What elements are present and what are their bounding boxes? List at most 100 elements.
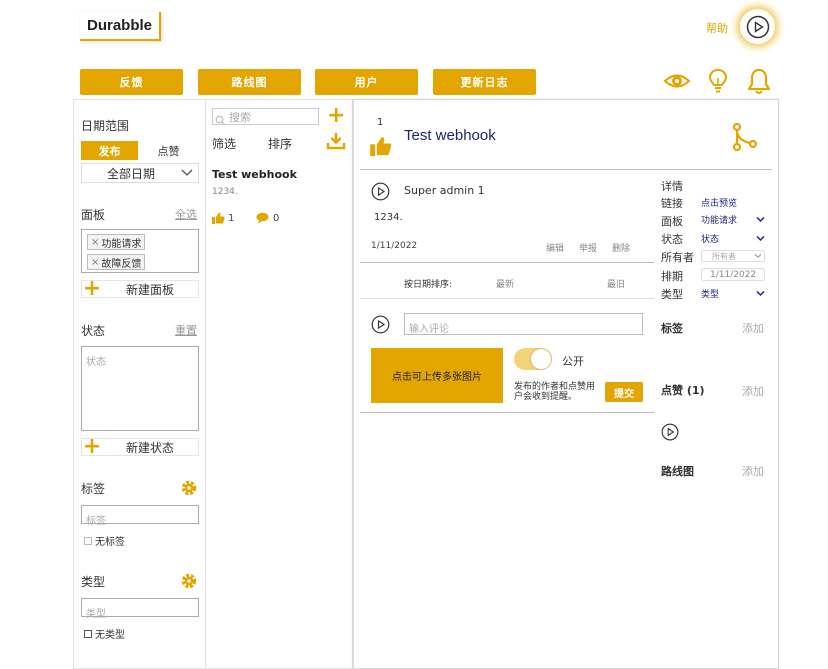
filter-button[interactable]: 筛选 [212, 135, 236, 152]
post-item-likes: 1 [212, 212, 234, 224]
sort-oldest[interactable]: 最旧 [607, 277, 625, 290]
liker-avatar-icon [661, 423, 679, 445]
reset-link[interactable]: 重置 [175, 322, 197, 338]
thumbs-up-icon [212, 212, 225, 224]
status-label: 状态 [81, 324, 106, 338]
thumbs-up-icon[interactable] [370, 136, 392, 160]
select-all-link[interactable]: 全选 [175, 206, 197, 222]
play-icon [746, 15, 769, 38]
new-board-button[interactable]: + 新建面板 [81, 276, 199, 301]
owner-select[interactable]: 所有者 [701, 250, 765, 262]
title-divider [360, 169, 772, 170]
date-type-tabs: 发布 点赞 [81, 141, 199, 160]
commenter-avatar-icon [371, 315, 390, 338]
body-divider [360, 262, 654, 263]
eye-icon[interactable] [663, 69, 691, 97]
no-type-checkbox[interactable]: 无类型 [84, 626, 125, 641]
date-select[interactable]: 全部日期 [81, 163, 199, 183]
chevron-down-icon [754, 253, 762, 259]
toggle-knob [531, 349, 551, 369]
logo[interactable]: Durabble [80, 12, 161, 41]
post-item-body: 1234. [212, 187, 238, 197]
chevron-down-icon [756, 235, 765, 242]
sort-button[interactable]: 排序 [268, 135, 292, 152]
details-heading: 详情 [661, 180, 683, 193]
sort-by-date-label: 按日期排序: [404, 280, 453, 290]
post-item-title[interactable]: Test webhook [212, 168, 297, 181]
add-tag-link[interactable]: 添加 [742, 320, 764, 336]
tab-published[interactable]: 发布 [81, 141, 138, 160]
new-status-button[interactable]: + 新建状态 [81, 436, 199, 458]
search-icon [215, 111, 226, 130]
upload-images-button[interactable]: 点击可上传多张图片 [371, 348, 503, 403]
post-title: Test webhook [404, 127, 496, 144]
edit-link[interactable]: 编辑 [546, 241, 564, 254]
post-date: 1/11/2022 [371, 241, 418, 251]
add-like-link[interactable]: 添加 [742, 383, 764, 399]
merge-icon[interactable] [732, 122, 758, 155]
type-label: 类型 [661, 288, 683, 301]
comment-divider [360, 412, 654, 413]
board-label: 面板 [661, 215, 683, 228]
board-chip-bug[interactable]: × 故障反馈 [87, 254, 146, 270]
type-label: 类型 [81, 575, 106, 589]
nav-users[interactable]: 用户 [315, 69, 418, 95]
public-label: 公开 [562, 355, 584, 368]
add-roadmap-link[interactable]: 添加 [742, 463, 764, 479]
delete-link[interactable]: 删除 [612, 241, 630, 254]
board-select[interactable]: 功能请求 [701, 213, 765, 226]
add-post-button[interactable]: + [327, 105, 345, 127]
likes-heading: 点赞 (1) [661, 384, 705, 397]
lightbulb-icon[interactable] [708, 68, 728, 98]
board-chips-box[interactable]: × 功能请求 × 故障反馈 [81, 229, 199, 273]
type-select[interactable]: 类型 [701, 287, 765, 300]
public-toggle[interactable] [514, 348, 552, 370]
status-select[interactable]: 状态 [701, 232, 765, 245]
checkbox-icon [84, 536, 92, 545]
board-chip-feature[interactable]: × 功能请求 [87, 234, 146, 250]
checkbox-icon [84, 629, 92, 638]
tab-likes[interactable]: 点赞 [138, 141, 199, 160]
comment-input[interactable]: 输入评论 [404, 313, 643, 335]
gear-icon[interactable] [180, 572, 198, 594]
chevron-down-icon [756, 216, 765, 223]
owner-label: 所有者 [661, 251, 694, 264]
chevron-down-icon [181, 169, 193, 176]
notify-text: 发布的作者和点赞用户会收到提醒。 [514, 382, 596, 402]
status-box[interactable]: 状态 [81, 346, 199, 431]
search-input[interactable]: 搜索 [212, 108, 319, 125]
nav-roadmap[interactable]: 路线图 [198, 69, 301, 95]
gear-icon[interactable] [180, 479, 198, 501]
eta-label: 排期 [661, 270, 683, 283]
post-item-comments: 0 [256, 212, 279, 224]
sort-newest[interactable]: 最新 [496, 277, 514, 290]
play-button[interactable] [740, 9, 775, 44]
type-input[interactable]: 类型 [81, 598, 199, 620]
vote-count: 1 [377, 117, 384, 128]
comment-icon [256, 212, 269, 224]
tags-input[interactable]: 标签 [81, 505, 199, 527]
plus-icon: + [82, 276, 102, 301]
help-link[interactable]: 帮助 [706, 20, 728, 36]
link-label: 链接 [661, 197, 683, 210]
nav-feedback[interactable]: 反馈 [80, 69, 183, 95]
preview-link[interactable]: 点击预览 [701, 196, 737, 209]
no-tags-checkbox[interactable]: 无标签 [84, 533, 125, 548]
tags-label: 标签 [81, 482, 106, 496]
report-link[interactable]: 举报 [579, 241, 597, 254]
board-label: 面板 [81, 208, 106, 222]
post-body: 1234. [374, 212, 403, 223]
nav-changelog[interactable]: 更新日志 [433, 69, 536, 95]
roadmap-heading: 路线图 [661, 465, 694, 478]
sort-divider [360, 298, 654, 299]
bell-icon[interactable] [746, 67, 772, 99]
submit-button[interactable]: 提交 [605, 382, 643, 402]
chevron-down-icon [756, 290, 765, 297]
date-range-label: 日期范围 [81, 119, 130, 133]
author-avatar-icon [371, 182, 390, 205]
date-select-value: 全部日期 [106, 166, 155, 181]
tags-heading: 标签 [661, 322, 683, 335]
download-icon[interactable] [326, 132, 346, 154]
eta-date-input[interactable]: 1/11/2022 [701, 268, 765, 281]
post-author: Super admin 1 [404, 184, 485, 197]
